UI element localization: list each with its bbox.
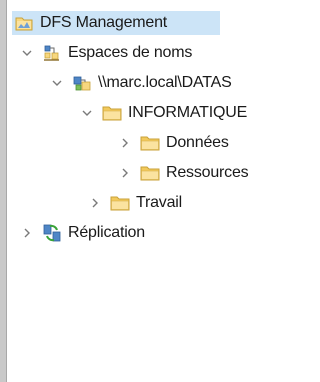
dfs-management-icon	[14, 13, 34, 33]
tree-item-label: Espaces de noms	[68, 44, 193, 61]
folder-icon	[140, 163, 160, 183]
namespaces-icon	[42, 43, 62, 63]
chevron-down-icon[interactable]	[50, 76, 64, 90]
chevron-right-icon[interactable]	[20, 226, 34, 240]
tree-item-label: DFS Management	[40, 14, 168, 31]
namespace-root-icon	[72, 73, 92, 93]
tree-item-namespaces[interactable]: Espaces de noms	[20, 41, 192, 65]
tree-item-travail[interactable]: Travail	[88, 191, 182, 215]
tree-item-label: \\marc.local\DATAS	[98, 74, 232, 91]
tree-item-label: Réplication	[68, 224, 145, 241]
folder-icon	[102, 103, 122, 123]
replication-icon	[42, 223, 62, 243]
chevron-right-icon[interactable]	[118, 166, 132, 180]
chevron-down-icon[interactable]	[20, 46, 34, 60]
tree-item-donnees[interactable]: Données	[118, 131, 229, 155]
tree-item-replication[interactable]: Réplication	[20, 221, 145, 245]
tree-item-label: INFORMATIQUE	[128, 104, 248, 121]
chevron-right-icon[interactable]	[88, 196, 102, 210]
folder-icon	[110, 193, 130, 213]
tree-item-ressources[interactable]: Ressources	[118, 161, 249, 185]
tree-item-label: Travail	[136, 194, 183, 211]
tree-item-informatique[interactable]: INFORMATIQUE	[80, 101, 247, 125]
tree-item-label: Ressources	[166, 164, 249, 181]
tree-item-label: Données	[166, 134, 229, 151]
folder-icon	[140, 133, 160, 153]
tree-item-namespace-path[interactable]: \\marc.local\DATAS	[50, 71, 232, 95]
dfs-tree-view[interactable]: DFS Management Espaces de noms \\marc.lo…	[6, 0, 319, 382]
chevron-right-icon[interactable]	[118, 136, 132, 150]
chevron-down-icon[interactable]	[80, 106, 94, 120]
tree-item-dfs-management[interactable]: DFS Management	[12, 11, 220, 35]
